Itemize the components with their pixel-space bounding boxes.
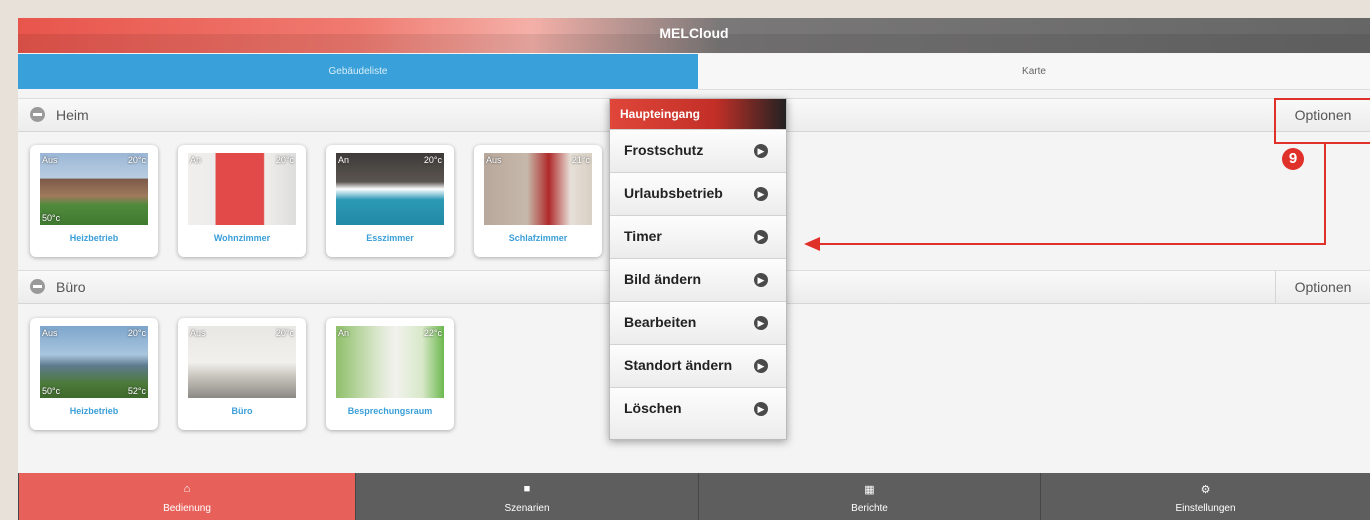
living-room-photo: An 20°c [188,153,296,225]
room-temperature: 20°c [275,155,294,165]
tab-bar: Gebäudeliste Karte [18,54,1370,90]
room-temperature: 20°c [127,328,146,338]
group-name: Heim [56,107,89,123]
office-building-photo: Aus 20°c 50°c 52°c [40,326,148,398]
app-title: MELCloud [659,25,729,41]
room-temperature: 20°c [423,155,442,165]
water-temperature: 50°c [42,386,61,396]
room-card-schlafzimmer[interactable]: Aus 21°c Schlafzimmer [474,145,602,257]
menu-item-label: Standort ändern [624,357,733,373]
room-mode: An [338,328,350,338]
menu-item-frostschutz[interactable]: Frostschutz ▶ [610,129,786,172]
water-temperature: 50°c [42,213,61,223]
menu-item-urlaubsbetrieb[interactable]: Urlaubsbetrieb ▶ [610,172,786,215]
nav-label: Einstellungen [1175,503,1236,514]
camera-icon: ■ [523,483,531,495]
menu-item-label: Urlaubsbetrieb [624,185,723,201]
meeting-room-photo: An 22°c [336,326,444,398]
room-card-heizbetrieb[interactable]: Aus 20°c 50°c Heizbetrieb [30,145,158,257]
chevron-right-icon: ▶ [754,230,768,244]
room-name: Esszimmer [366,233,414,243]
chevron-right-icon: ▶ [754,316,768,330]
room-mode: An [190,155,202,165]
menu-item-label: Löschen [624,400,682,416]
room-mode: Aus [190,328,206,338]
room-mode: Aus [42,155,58,165]
room-temperature: 20°c [127,155,146,165]
office-room-photo: Aus 20°c [188,326,296,398]
chevron-right-icon: ▶ [754,359,768,373]
room-card-buero[interactable]: Aus 20°c Büro [178,318,306,430]
context-menu: Haupteingang Frostschutz ▶ Urlaubsbetrie… [609,98,787,440]
home-icon: ⌂ [183,483,191,495]
nav-einstellungen[interactable]: ⚙ Einstellungen [1040,473,1370,520]
bottom-navigation: ⌂ Bedienung ■ Szenarien ▦ Berichte ⚙ Ein… [18,473,1370,520]
annotation-highlight-box [1274,98,1370,144]
nav-label: Berichte [851,503,888,514]
gear-icon: ⚙ [1200,484,1211,496]
nav-label: Bedienung [163,503,211,514]
menu-item-label: Timer [624,228,662,244]
bedroom-photo: Aus 21°c [484,153,592,225]
nav-bedienung[interactable]: ⌂ Bedienung [18,473,355,520]
dining-room-photo: An 20°c [336,153,444,225]
room-name: Büro [231,406,253,416]
room-temperature: 20°c [275,328,294,338]
room-card-heizbetrieb[interactable]: Aus 20°c 50°c 52°c Heizbetrieb [30,318,158,430]
annotation-arrow-line [1324,144,1326,244]
chevron-right-icon: ▶ [754,144,768,158]
room-name: Heizbetrieb [69,233,119,243]
menu-item-bild-aendern[interactable]: Bild ändern ▶ [610,258,786,301]
tab-gebaeudeliste[interactable]: Gebäudeliste [18,54,698,89]
nav-szenarien[interactable]: ■ Szenarien [355,473,698,520]
title-bar: MELCloud [18,18,1370,53]
flow-temperature: 52°c [127,386,146,396]
menu-item-label: Frostschutz [624,142,704,158]
room-temperature: 21°c [571,155,590,165]
room-name: Heizbetrieb [69,406,119,416]
tab-karte[interactable]: Karte [698,54,1370,90]
menu-item-standort-aendern[interactable]: Standort ändern ▶ [610,344,786,387]
annotation-arrow-line [818,243,1326,245]
chevron-right-icon: ▶ [754,187,768,201]
room-mode: An [338,155,350,165]
room-temperature: 22°c [423,328,442,338]
house-photo: Aus 20°c 50°c [40,153,148,225]
context-menu-title: Haupteingang [610,99,786,129]
arrow-left-icon [804,237,820,251]
menu-item-label: Bild ändern [624,271,702,287]
chevron-right-icon: ▶ [754,402,768,416]
room-mode: Aus [486,155,502,165]
room-mode: Aus [42,328,58,338]
grid-icon: ▦ [864,484,875,496]
chevron-right-icon: ▶ [754,273,768,287]
nav-label: Szenarien [504,503,550,514]
annotation-number-badge: 9 [1282,148,1304,170]
nav-berichte[interactable]: ▦ Berichte [698,473,1040,520]
menu-item-bearbeiten[interactable]: Bearbeiten ▶ [610,301,786,344]
collapse-icon[interactable] [30,279,45,294]
collapse-icon[interactable] [30,107,45,122]
menu-item-loeschen[interactable]: Löschen ▶ [610,387,786,439]
options-button[interactable]: Optionen [1275,271,1370,303]
menu-item-label: Bearbeiten [624,314,697,330]
room-card-esszimmer[interactable]: An 20°c Esszimmer [326,145,454,257]
group-name: Büro [56,279,86,295]
room-card-wohnzimmer[interactable]: An 20°c Wohnzimmer [178,145,306,257]
room-card-besprechungsraum[interactable]: An 22°c Besprechungsraum [326,318,454,430]
room-name: Besprechungsraum [347,406,433,416]
room-name: Wohnzimmer [213,233,271,243]
room-name: Schlafzimmer [508,233,568,243]
menu-item-timer[interactable]: Timer ▶ [610,215,786,258]
